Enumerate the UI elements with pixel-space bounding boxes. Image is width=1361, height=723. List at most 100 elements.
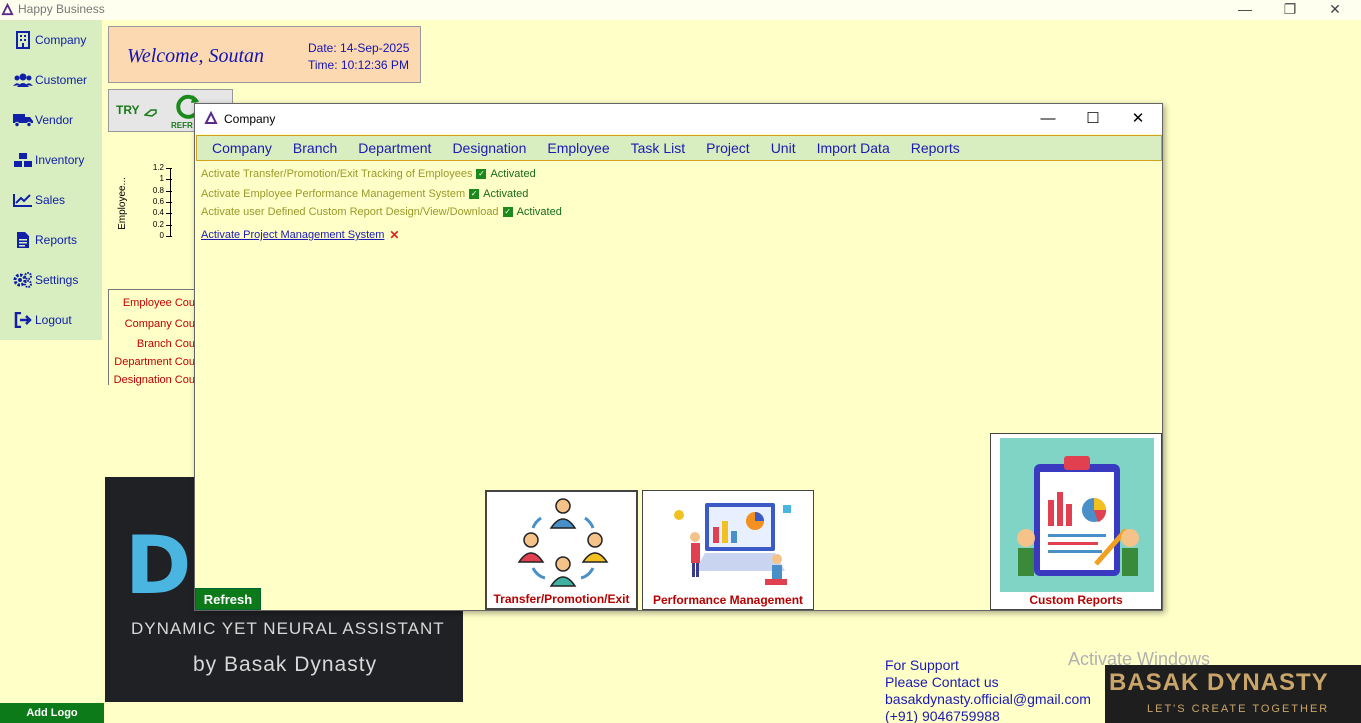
chart-tick-label: 0.8: [152, 185, 164, 195]
support-contact-text: Please Contact us: [885, 674, 999, 690]
chart-tick-mark: [166, 168, 172, 169]
sidebar: Company Customer Vendor Inventory Sales …: [0, 20, 102, 340]
sidebar-item-reports[interactable]: Reports: [0, 220, 102, 260]
department-count-label: Department Cou: [114, 356, 195, 368]
menu-company[interactable]: Company: [212, 140, 272, 156]
feature-row-performance: Activate Employee Performance Management…: [201, 188, 528, 200]
app-title: Happy Business: [18, 2, 105, 16]
support-heading: For Support: [885, 657, 959, 673]
document-icon: [12, 230, 34, 250]
current-time: Time: 10:12:36 PM: [308, 58, 409, 72]
performance-management-card[interactable]: Performance Management: [642, 490, 814, 610]
sidebar-item-company[interactable]: Company: [0, 20, 102, 60]
dialog-maximize-button[interactable]: ☐: [1073, 108, 1113, 130]
sidebar-item-customer[interactable]: Customer: [0, 60, 102, 100]
current-date: Date: 14-Sep-2025: [308, 41, 410, 55]
menu-reports[interactable]: Reports: [911, 140, 960, 156]
chart-tick-label: 0: [159, 230, 164, 240]
cross-icon: ✕: [389, 228, 400, 242]
welcome-greeting: Welcome, Soutan: [127, 45, 265, 67]
close-button[interactable]: ✕: [1313, 0, 1357, 18]
brand-letter: D: [125, 519, 192, 612]
feature-row-project: Activate Project Management System ✕: [201, 228, 399, 242]
dialog-minimize-button[interactable]: —: [1028, 108, 1068, 130]
transfer-card-label: Transfer/Promotion/Exit: [493, 592, 630, 606]
dialog-menubar: Company Branch Department Designation Em…: [196, 135, 1162, 161]
menu-employee[interactable]: Employee: [547, 140, 609, 156]
try-label: TRY: [116, 103, 140, 117]
users-icon: [12, 70, 34, 90]
building-icon: [12, 30, 34, 50]
menu-designation[interactable]: Designation: [452, 140, 526, 156]
company-count-label: Company Cou: [124, 318, 195, 330]
chart-tick-mark: [166, 213, 172, 215]
custom-reports-card-label: Custom Reports: [1029, 593, 1123, 607]
chart-tick-mark: [166, 201, 172, 203]
sidebar-item-vendor[interactable]: Vendor: [0, 100, 102, 140]
checkbox-checked-icon[interactable]: ✓: [502, 207, 513, 217]
menu-unit[interactable]: Unit: [771, 140, 796, 156]
maximize-button[interactable]: ❐: [1268, 0, 1312, 18]
menu-import-data[interactable]: Import Data: [817, 140, 890, 156]
chart-ylabel: Employee...: [116, 177, 128, 230]
brand-tagline: DYNAMIC YET NEURAL ASSISTANT: [131, 619, 445, 638]
designation-count-label: Designation Cou: [113, 374, 195, 386]
minimize-button[interactable]: —: [1223, 0, 1267, 18]
employee-mini-chart: Employee... 1.2 1 0.8 0.6 0.4 0.2 0: [116, 160, 198, 245]
app-logo-icon: [1, 3, 14, 16]
sidebar-item-label: Inventory: [35, 153, 85, 167]
basak-logo-tagline: LET'S CREATE TOGETHER: [1147, 703, 1330, 715]
gear-icon: [12, 270, 34, 290]
basak-dynasty-logo: BASAK DYNASTY LET'S CREATE TOGETHER: [1105, 665, 1361, 723]
feature-label: Activate user Defined Custom Report Desi…: [201, 206, 499, 218]
sidebar-item-logout[interactable]: Logout: [0, 300, 102, 340]
branch-count-label: Branch Cou: [136, 338, 195, 350]
feature-label: Activate Transfer/Promotion/Exit Trackin…: [201, 168, 473, 180]
custom-reports-card[interactable]: Custom Reports: [990, 433, 1162, 610]
custom-reports-illustration: [1000, 438, 1154, 592]
menu-department[interactable]: Department: [358, 140, 431, 156]
analytics-dashboard-icon: [674, 503, 791, 585]
support-phone: (+91) 9046759988: [885, 708, 1000, 723]
feature-row-custom-report: Activate user Defined Custom Report Desi…: [201, 206, 562, 218]
chart-tick-label: 1: [159, 174, 164, 184]
chart-tick-label: 0.4: [152, 208, 164, 218]
dialog-app-icon: [204, 111, 218, 124]
dialog-titlebar[interactable]: Company — ☐ ✕: [195, 104, 1162, 134]
sidebar-item-settings[interactable]: Settings: [0, 260, 102, 300]
sidebar-item-inventory[interactable]: Inventory: [0, 140, 102, 180]
basak-logo-title: BASAK DYNASTY: [1109, 669, 1329, 696]
checkbox-checked-icon[interactable]: ✓: [469, 189, 480, 199]
brand-byline: by Basak Dynasty: [193, 653, 378, 676]
activate-project-link[interactable]: Activate Project Management System: [201, 229, 384, 241]
employee-count-label: Employee Cou: [122, 297, 195, 309]
feature-status: Activated: [483, 188, 529, 200]
people-cycle-icon: [517, 498, 609, 587]
app-titlebar: Happy Business — ❐ ✕: [0, 0, 1361, 20]
menu-task-list[interactable]: Task List: [631, 140, 685, 156]
sidebar-item-label: Customer: [35, 73, 88, 87]
dialog-title: Company: [224, 112, 276, 126]
sidebar-item-label: Vendor: [35, 113, 74, 127]
logout-icon: [12, 310, 34, 330]
refresh-button[interactable]: Refresh: [195, 588, 261, 610]
menu-branch[interactable]: Branch: [293, 140, 337, 156]
checkbox-checked-icon[interactable]: ✓: [476, 169, 487, 179]
menu-project[interactable]: Project: [706, 140, 750, 156]
hand-pointer-icon: [144, 109, 157, 117]
feature-status: Activated: [516, 206, 562, 218]
clipboard-report-icon: [1017, 456, 1139, 576]
performance-card-label: Performance Management: [652, 593, 804, 607]
truck-icon: [12, 110, 34, 130]
add-logo-button[interactable]: Add Logo: [0, 703, 104, 723]
feature-row-transfer: Activate Transfer/Promotion/Exit Trackin…: [201, 168, 536, 180]
support-email[interactable]: basakdynasty.official@gmail.com: [885, 691, 1091, 708]
refresh-label: REFR: [171, 121, 193, 130]
dialog-close-button[interactable]: ✕: [1118, 108, 1158, 130]
sidebar-item-label: Sales: [35, 193, 66, 207]
sidebar-item-label: Reports: [35, 233, 78, 247]
chart-tick-label: 0.6: [152, 196, 164, 206]
sidebar-item-sales[interactable]: Sales: [0, 180, 102, 220]
sidebar-item-label: Logout: [35, 313, 72, 327]
transfer-promotion-exit-card[interactable]: Transfer/Promotion/Exit: [485, 490, 638, 610]
